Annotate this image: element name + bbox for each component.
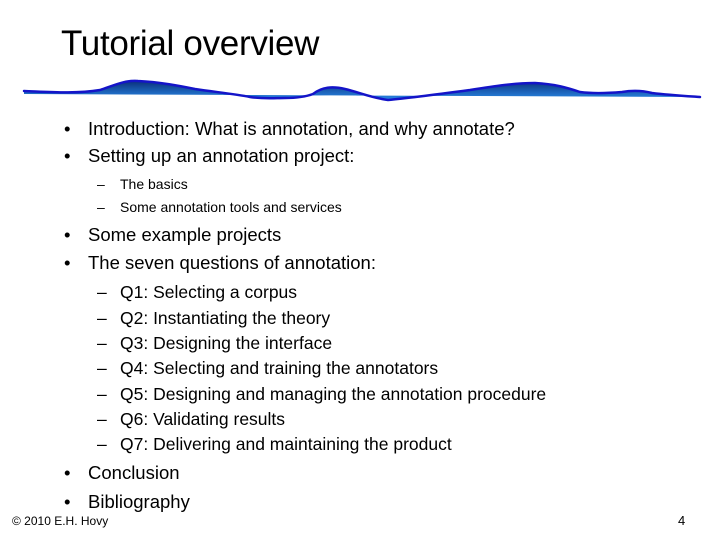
footer-copyright: © 2010 E.H. Hovy: [12, 514, 109, 528]
list-item-text: The seven questions of annotation:: [88, 252, 376, 273]
list-subitem: – Q7: Delivering and maintaining the pro…: [97, 433, 617, 455]
list-subitem-text: Q6: Validating results: [120, 409, 286, 429]
list-item-text: Conclusion: [88, 462, 180, 483]
bullet-marker: •: [64, 224, 71, 245]
dash-marker: –: [97, 333, 107, 353]
dash-marker: –: [97, 358, 107, 378]
bullet-marker: •: [64, 462, 71, 483]
dash-marker: –: [97, 434, 107, 454]
list-subitem: – Q2: Instantiating the theory: [97, 307, 617, 329]
list-item: • Setting up an annotation project:: [64, 145, 664, 167]
list-subitem-text: Q3: Designing the interface: [120, 333, 333, 353]
list-subitem-text: Some annotation tools and services: [120, 199, 342, 215]
dash-marker: –: [97, 176, 105, 192]
bullet-marker: •: [64, 252, 71, 273]
bullet-marker: •: [64, 145, 71, 166]
page-number: 4: [678, 513, 686, 528]
list-subitem-text: Q1: Selecting a corpus: [120, 282, 298, 302]
list-item: • Conclusion: [64, 462, 664, 484]
list-item-text: Some example projects: [88, 224, 282, 245]
list-subitem-text: The basics: [120, 176, 188, 192]
list-item-text: Introduction: What is annotation, and wh…: [88, 118, 515, 139]
list-subitem-text: Q2: Instantiating the theory: [120, 308, 331, 328]
dash-marker: –: [97, 409, 107, 429]
bullet-marker: •: [64, 118, 71, 139]
list-item: • Introduction: What is annotation, and …: [64, 118, 664, 140]
wave-divider-icon: [22, 79, 702, 102]
list-item-text: Setting up an annotation project:: [88, 145, 355, 166]
list-subitem: – Q5: Designing and managing the annotat…: [97, 383, 617, 405]
list-subitem: – The basics: [97, 175, 597, 193]
wave-fill: [24, 80, 700, 100]
dash-marker: –: [97, 308, 107, 328]
list-subitem-text: Q7: Delivering and maintaining the produ…: [120, 434, 452, 454]
bullet-marker: •: [64, 491, 71, 512]
list-item: • Bibliography: [64, 491, 664, 513]
list-item-text: Bibliography: [88, 491, 190, 512]
dash-marker: –: [97, 199, 105, 215]
list-subitem-text: Q4: Selecting and training the annotator…: [120, 358, 439, 378]
list-subitem: – Some annotation tools and services: [97, 198, 597, 216]
list-subitem: – Q4: Selecting and training the annotat…: [97, 357, 617, 379]
list-subitem-text: Q5: Designing and managing the annotatio…: [120, 384, 547, 404]
slide-title: Tutorial overview: [61, 24, 320, 63]
dash-marker: –: [97, 282, 107, 302]
list-item: • Some example projects: [64, 224, 664, 246]
list-subitem: – Q6: Validating results: [97, 408, 617, 430]
list-item: • The seven questions of annotation:: [64, 252, 664, 274]
list-subitem: – Q3: Designing the interface: [97, 332, 617, 354]
list-subitem: – Q1: Selecting a corpus: [97, 281, 617, 303]
dash-marker: –: [97, 384, 107, 404]
